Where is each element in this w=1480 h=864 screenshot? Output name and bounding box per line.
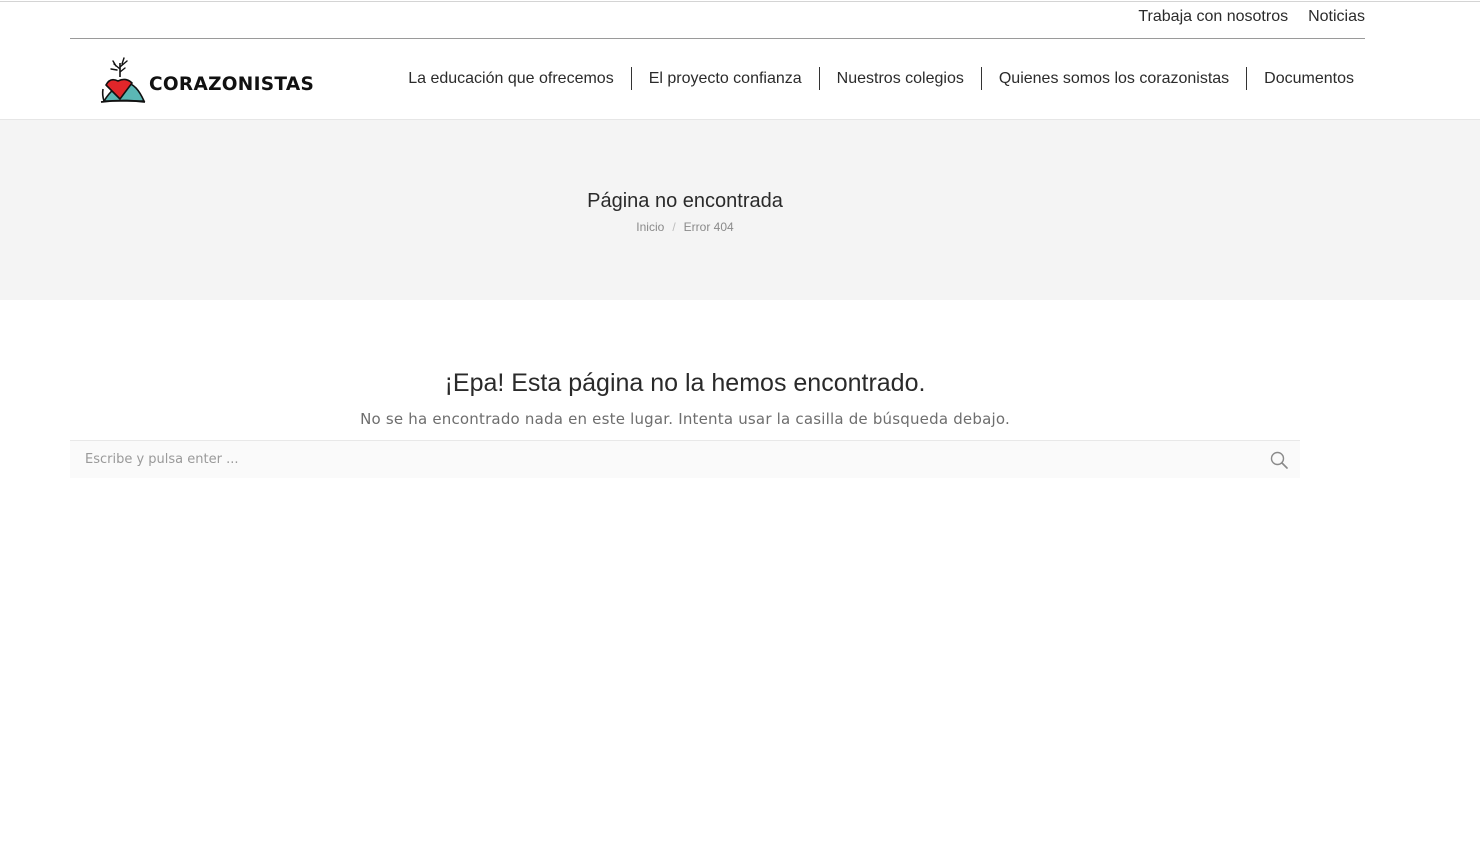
nav-item-nuestros-colegios[interactable]: Nuestros colegios [820, 68, 981, 90]
search-input[interactable] [70, 441, 1250, 478]
breadcrumb-current: Error 404 [683, 220, 734, 234]
breadcrumb-separator: / [672, 220, 676, 234]
top-link-noticias[interactable]: Noticias [1308, 8, 1365, 26]
top-bar-links: Trabaja con nosotros Noticias [1138, 8, 1365, 26]
not-found-message: No se ha encontrado nada en este lugar. … [360, 410, 1010, 428]
nav-item-quienes-somos[interactable]: Quienes somos los corazonistas [982, 68, 1246, 90]
nav-item-proyecto-confianza[interactable]: El proyecto confianza [632, 68, 819, 90]
search-icon[interactable] [1270, 451, 1288, 469]
breadcrumb: Inicio / Error 404 [0, 220, 1370, 234]
heart-mountain-logo-icon [100, 57, 146, 103]
not-found-heading: ¡Epa! Esta página no la hemos encontrado… [444, 369, 926, 397]
breadcrumb-home-link[interactable]: Inicio [636, 220, 664, 234]
nav-item-educacion[interactable]: La educación que ofrecemos [391, 68, 630, 90]
page-title: Página no encontrada [587, 190, 783, 212]
logo-text: CORAZONISTAS [149, 73, 315, 95]
search-form [70, 440, 1300, 478]
site-logo[interactable]: CORAZONISTAS [100, 55, 314, 105]
site-header: CORAZONISTAS La educación que ofrecemos … [0, 39, 1480, 120]
top-link-trabaja[interactable]: Trabaja con nosotros [1138, 8, 1288, 26]
nav-item-documentos[interactable]: Documentos [1247, 68, 1354, 90]
main-nav: La educación que ofrecemos El proyecto c… [391, 67, 1354, 90]
page-title-bar: Página no encontrada Inicio / Error 404 [0, 120, 1480, 300]
top-bar: Trabaja con nosotros Noticias [70, 2, 1365, 39]
